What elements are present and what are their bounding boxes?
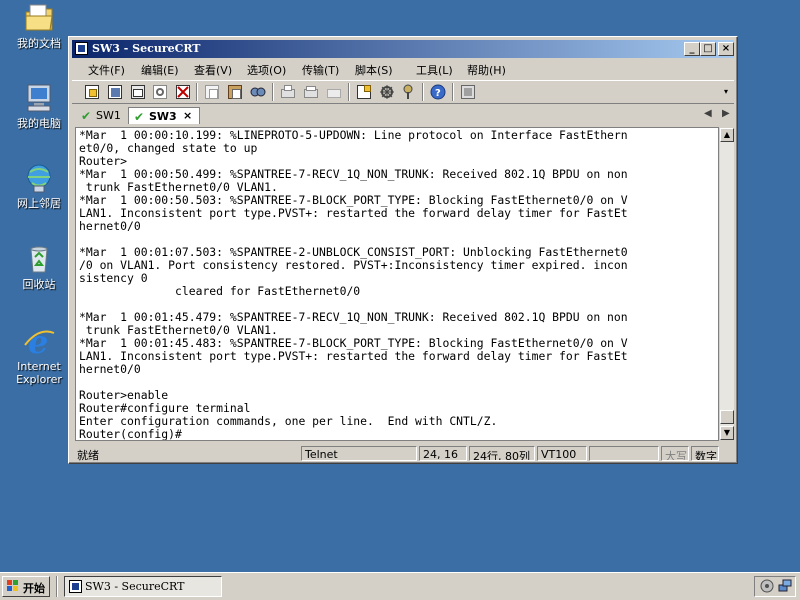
menu-edit[interactable]: 编辑(E) bbox=[141, 62, 179, 78]
reconnect-icon[interactable] bbox=[152, 84, 168, 100]
connected-check-icon: ✔ bbox=[81, 109, 92, 123]
status-terminal-size: 24行, 80列 bbox=[469, 446, 535, 461]
print-icon[interactable] bbox=[280, 84, 296, 100]
toolbar-separator bbox=[348, 83, 350, 101]
desktop-icon-label: Explorer bbox=[16, 373, 62, 386]
menu-transfer[interactable]: 传输(T) bbox=[302, 62, 339, 78]
status-cursor-position: 24, 16 bbox=[419, 446, 467, 461]
global-options-icon[interactable] bbox=[379, 84, 395, 100]
tab-scroll-left-icon[interactable]: ◀ bbox=[704, 108, 712, 119]
terminal-line: cleared for FastEthernet0/0 bbox=[79, 284, 361, 298]
desktop-icon-my-computer[interactable]: 我的电脑 bbox=[6, 82, 72, 130]
maximize-button[interactable]: □ bbox=[700, 42, 716, 56]
print-selection-icon[interactable] bbox=[303, 84, 319, 100]
network-status-icon[interactable] bbox=[778, 579, 792, 593]
volume-icon[interactable] bbox=[760, 579, 774, 593]
start-button[interactable]: 开始 bbox=[2, 576, 50, 597]
menu-view[interactable]: 查看(V) bbox=[194, 62, 232, 78]
terminal-output[interactable]: *Mar 1 00:00:10.199: %LINEPROTO-5-UPDOWN… bbox=[75, 127, 719, 441]
window-title: SW3 - SecureCRT bbox=[92, 42, 201, 55]
terminal-line: LAN1. Inconsistent port type.PVST+: rest… bbox=[79, 349, 628, 363]
network-icon bbox=[22, 162, 56, 194]
status-num-lock: 数字 bbox=[691, 446, 719, 461]
desktop-icon-my-documents[interactable]: 我的文档 bbox=[6, 2, 72, 50]
connected-check-icon: ✔ bbox=[134, 110, 145, 124]
status-emulation: VT100 bbox=[537, 446, 587, 461]
desktop-icon-label: 网上邻居 bbox=[17, 197, 61, 210]
session-tabs: ✔ SW1 ✔ SW3 × ◀ ▶ bbox=[72, 105, 734, 125]
app-icon[interactable] bbox=[75, 42, 88, 55]
toolbar-separator bbox=[452, 83, 454, 101]
recycle-bin-icon bbox=[22, 243, 56, 275]
terminal-line: hernet0/0 bbox=[79, 219, 141, 233]
help-icon[interactable]: ? bbox=[430, 84, 446, 100]
taskbar-separator bbox=[56, 576, 58, 597]
desktop-icon-label: 我的文档 bbox=[17, 37, 61, 50]
desktop-icon-label: 我的电脑 bbox=[17, 117, 61, 130]
taskbar-item-securecrt[interactable]: SW3 - SecureCRT bbox=[64, 576, 222, 597]
status-empty-field bbox=[589, 446, 659, 461]
terminal-line: LAN1. Inconsistent port type.PVST+: rest… bbox=[79, 206, 628, 220]
my-documents-icon bbox=[22, 2, 56, 34]
connect-tab-icon[interactable] bbox=[130, 84, 146, 100]
menu-help[interactable]: 帮助(H) bbox=[467, 62, 506, 78]
desktop-icon-internet-explorer[interactable]: e Internet Explorer bbox=[6, 323, 72, 386]
status-bar: 就绪 Telnet 24, 16 24行, 80列 VT100 大写 数字 bbox=[72, 445, 736, 462]
print-setup-icon[interactable] bbox=[326, 84, 342, 100]
tab-label: SW1 bbox=[96, 109, 121, 122]
toolbar-separator bbox=[422, 83, 424, 101]
toolbar-overflow-icon[interactable]: ▾ bbox=[724, 87, 728, 96]
desktop-icon-recycle-bin[interactable]: 回收站 bbox=[6, 243, 72, 291]
status-ready: 就绪 bbox=[77, 449, 99, 462]
find-icon[interactable] bbox=[250, 84, 266, 100]
taskbar-item-label: SW3 - SecureCRT bbox=[85, 580, 185, 593]
menu-script[interactable]: 脚本(S) bbox=[355, 62, 393, 78]
toolbar-separator bbox=[272, 83, 274, 101]
copy-icon[interactable] bbox=[204, 84, 220, 100]
my-computer-icon bbox=[22, 82, 56, 114]
scroll-down-icon[interactable]: ▼ bbox=[720, 426, 734, 440]
tab-sw1[interactable]: ✔ SW1 bbox=[76, 107, 126, 124]
menu-file[interactable]: 文件(F) bbox=[88, 62, 125, 78]
status-protocol: Telnet bbox=[301, 446, 417, 461]
system-tray bbox=[754, 576, 796, 597]
status-caps-lock: 大写 bbox=[661, 446, 689, 461]
svg-text:?: ? bbox=[435, 88, 441, 99]
sftp-icon[interactable] bbox=[460, 84, 476, 100]
svg-text:e: e bbox=[28, 325, 48, 357]
terminal-line: hernet0/0 bbox=[79, 362, 141, 376]
title-bar[interactable]: SW3 - SecureCRT _ □ × bbox=[72, 40, 734, 58]
tab-label: SW3 bbox=[149, 110, 177, 123]
minimize-button[interactable]: _ bbox=[684, 42, 700, 56]
menu-tools[interactable]: 工具(L) bbox=[416, 62, 453, 78]
toolbar: ? ▾ bbox=[72, 80, 734, 104]
quick-connect-icon[interactable] bbox=[107, 84, 123, 100]
securecrt-app-icon bbox=[69, 580, 82, 593]
scroll-up-icon[interactable]: ▲ bbox=[720, 128, 734, 142]
session-options-icon[interactable] bbox=[356, 84, 372, 100]
ie-icon: e bbox=[22, 323, 56, 361]
terminal-scrollbar[interactable]: ▲ ▼ bbox=[719, 127, 735, 441]
tab-close-icon[interactable]: × bbox=[183, 109, 192, 122]
desktop-icon-network[interactable]: 网上邻居 bbox=[6, 162, 72, 210]
keymap-icon[interactable] bbox=[400, 84, 416, 100]
windows-logo-icon bbox=[7, 580, 18, 591]
terminal-line: Router(config)# bbox=[79, 427, 182, 441]
paste-icon[interactable] bbox=[227, 84, 243, 100]
menu-bar: 文件(F) 编辑(E) 查看(V) 选项(O) 传输(T) 脚本(S) 工具(L… bbox=[72, 59, 734, 78]
tab-scroll-right-icon[interactable]: ▶ bbox=[722, 108, 730, 119]
taskbar: 开始 SW3 - SecureCRT bbox=[0, 572, 800, 600]
close-button[interactable]: × bbox=[718, 42, 734, 56]
desktop-icon-label: 回收站 bbox=[22, 278, 56, 291]
disconnect-icon[interactable] bbox=[175, 84, 191, 100]
desktop-icon-label: Internet bbox=[17, 360, 61, 373]
toolbar-separator bbox=[196, 83, 198, 101]
securecrt-window: SW3 - SecureCRT _ □ × 文件(F) 编辑(E) 查看(V) … bbox=[68, 36, 738, 464]
menu-options[interactable]: 选项(O) bbox=[247, 62, 286, 78]
start-label: 开始 bbox=[23, 582, 45, 595]
terminal-line: /0 on VLAN1. Port consistency restored. … bbox=[79, 258, 628, 272]
scroll-thumb[interactable] bbox=[720, 410, 734, 424]
tab-sw3[interactable]: ✔ SW3 × bbox=[128, 107, 200, 124]
connect-icon[interactable] bbox=[84, 84, 100, 100]
